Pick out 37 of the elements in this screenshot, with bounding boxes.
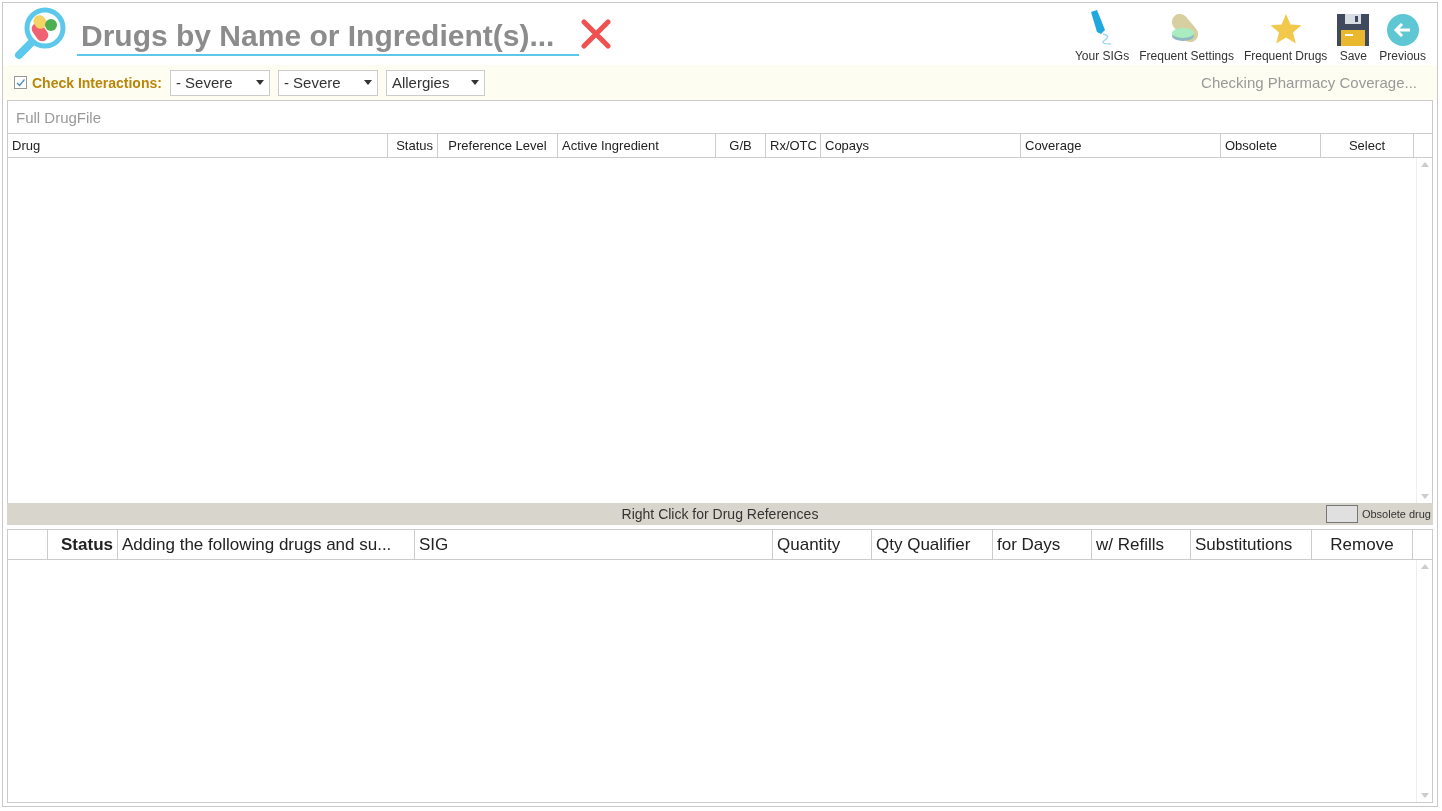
toolbar-button[interactable]: Save: [1332, 5, 1375, 63]
column-header[interactable]: G/B: [716, 134, 766, 157]
star-icon: [1268, 12, 1303, 46]
column-header[interactable]: Drug: [8, 134, 388, 157]
checkbox[interactable]: [14, 76, 27, 89]
column-header[interactable]: Status: [388, 134, 438, 157]
legend-swatch: [1325, 505, 1358, 523]
column-header[interactable]: Rx/OTC: [766, 134, 821, 157]
legend-label: Obsolete drug: [1361, 508, 1431, 520]
column-header[interactable]: Coverage: [1021, 134, 1221, 157]
column-header[interactable]: Select: [1321, 134, 1414, 157]
column-header[interactable]: for Days: [993, 530, 1092, 559]
column-header[interactable]: Copays: [821, 134, 1021, 157]
dropdown[interactable]: - Severe: [169, 69, 270, 96]
column-header[interactable]: Active Ingredient: [558, 134, 716, 157]
toolbar-button[interactable]: Frequent Drugs: [1238, 5, 1333, 63]
toolbar-button[interactable]: Your SIGs: [1069, 5, 1135, 63]
hint-text: Right Click for Drug References: [621, 506, 819, 522]
column-header[interactable]: Adding the following drugs and su...: [118, 530, 415, 559]
dropdown[interactable]: Allergies: [385, 69, 485, 96]
dropdown[interactable]: - Severe: [277, 69, 378, 96]
column-header[interactable]: Qty Qualifier: [872, 530, 993, 559]
coverage-status: Checking Pharmacy Coverage...: [1201, 74, 1417, 91]
column-header[interactable]: Obsolete: [1221, 134, 1321, 157]
save-icon: [1337, 14, 1370, 46]
toolbar-button[interactable]: Previous: [1374, 5, 1431, 63]
panel-title: Full DrugFile: [16, 108, 102, 126]
column-header[interactable]: Substitutions: [1191, 530, 1312, 559]
column-header[interactable]: w/ Refills: [1092, 530, 1191, 559]
close-icon[interactable]: [581, 19, 611, 49]
toolbar-button[interactable]: Frequent Settings: [1134, 5, 1239, 63]
column-header[interactable]: Status: [48, 530, 118, 559]
column-header[interactable]: Preference Level: [438, 134, 558, 157]
column-header[interactable]: SIG: [415, 530, 773, 559]
check-interactions-label: Check Interactions:: [32, 74, 162, 91]
column-header[interactable]: Remove: [1312, 530, 1413, 559]
column-header[interactable]: Quantity: [773, 530, 872, 559]
